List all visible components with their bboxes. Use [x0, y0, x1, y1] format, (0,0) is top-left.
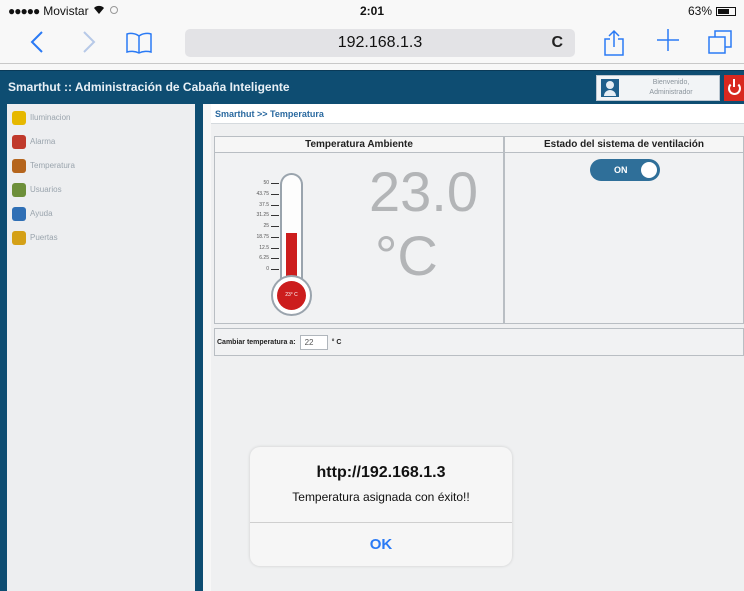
- alert-ok-button[interactable]: OK: [250, 523, 512, 566]
- scale-label: 0: [266, 266, 269, 272]
- sidebar: Iluminacion Alarma Temperatura Usuarios Ayud…: [0, 104, 203, 591]
- back-icon[interactable]: [30, 30, 44, 58]
- user-avatar-icon: [601, 79, 619, 97]
- change-temperature-unit: ° C: [331, 338, 342, 346]
- browser-toolbar: 192.168.1.3 C: [0, 22, 744, 64]
- ambient-temperature-panel: Temperatura Ambiente 23° C 23.0 °C 50 43.…: [214, 136, 504, 324]
- door-icon: [12, 230, 26, 245]
- sidebar-item-ayuda[interactable]: Ayuda: [7, 203, 195, 224]
- scale-tick: [271, 226, 279, 227]
- bulb-label: 23° C: [277, 281, 306, 310]
- scale-tick: [271, 236, 279, 238]
- scale-label: 18.75: [256, 233, 269, 240]
- ventilation-panel: Estado del sistema de ventilación ON: [504, 136, 744, 324]
- help-icon: [12, 206, 26, 221]
- battery-info: 63%: [688, 4, 736, 18]
- sidebar-item-label: Usuarios: [30, 185, 62, 194]
- battery-percent: 63%: [687, 4, 712, 18]
- reload-icon[interactable]: C: [551, 29, 563, 57]
- thermometer-icon: [12, 158, 26, 173]
- scale-label: 12.5: [259, 244, 269, 251]
- new-tab-icon[interactable]: [655, 26, 681, 56]
- bookmarks-icon[interactable]: [125, 32, 153, 54]
- scale-label: 50: [263, 180, 269, 186]
- clock: 2:01: [359, 4, 385, 18]
- url-bar[interactable]: 192.168.1.3 C: [185, 29, 575, 57]
- sidebar-item-label: Ayuda: [30, 209, 53, 218]
- toggle-knob: [641, 162, 657, 178]
- ventilation-toggle[interactable]: ON: [590, 159, 660, 181]
- sidebar-item-temperatura[interactable]: Temperatura: [7, 155, 195, 176]
- scale-tick: [271, 269, 279, 270]
- sidebar-item-alarma[interactable]: Alarma: [7, 131, 195, 152]
- status-bar: ●●●●● Movistar 2:01 63%: [0, 0, 744, 22]
- alert-dialog: http://192.168.1.3 Temperatura asignada …: [250, 447, 512, 566]
- sidebar-item-usuarios[interactable]: Usuarios: [7, 179, 195, 200]
- ventilation-heading: Estado del sistema de ventilación: [505, 137, 743, 153]
- scale-tick: [271, 204, 279, 206]
- sidebar-item-iluminacion[interactable]: Iluminacion: [7, 107, 195, 128]
- temperature-input[interactable]: 22: [299, 334, 328, 350]
- sidebar-item-puertas[interactable]: Puertas: [7, 227, 195, 248]
- power-icon[interactable]: [724, 75, 744, 101]
- sidebar-item-label: Iluminacion: [30, 113, 71, 122]
- users-icon: [12, 182, 26, 197]
- user-greeting: Bienvenido, Administrador: [625, 78, 717, 98]
- share-icon[interactable]: [603, 29, 625, 57]
- scale-label: 31.25: [256, 212, 269, 219]
- scale-label: 25: [263, 223, 269, 229]
- sidebar-item-label: Alarma: [30, 137, 56, 146]
- scale-label: 6.25: [259, 255, 269, 262]
- change-temperature-label: Cambiar temperatura a:: [217, 338, 296, 346]
- lightbulb-icon: [12, 110, 26, 125]
- breadcrumb: Smarthut >> Temperatura: [211, 104, 744, 124]
- thermometer-bulb: 23° C: [271, 275, 312, 316]
- scale-tick: [271, 193, 279, 195]
- alert-message: Temperatura asignada con éxito!!: [292, 490, 470, 504]
- app-title: Smarthut :: Administración de Cabaña Int…: [8, 80, 290, 94]
- sidebar-item-label: Temperatura: [30, 161, 75, 170]
- user-box[interactable]: Bienvenido, Administrador: [596, 75, 720, 101]
- user-name: Administrador: [649, 89, 693, 96]
- thermometer-tube: [280, 173, 303, 285]
- change-temperature-row: Cambiar temperatura a: 22 ° C: [214, 328, 744, 356]
- ambient-heading: Temperatura Ambiente: [215, 137, 503, 153]
- temperature-unit: °C: [375, 224, 438, 287]
- greeting-text: Bienvenido,: [652, 79, 690, 86]
- tabs-icon[interactable]: [707, 29, 733, 55]
- forward-icon[interactable]: [82, 30, 96, 58]
- battery-icon: [716, 6, 736, 16]
- scale-tick: [271, 183, 279, 184]
- thermometer: 23° C 23.0 °C 50 43.75 37.5 31.25 25 18.75 12.…: [215, 153, 505, 323]
- alarm-icon: [12, 134, 26, 149]
- app-header: Smarthut :: Administración de Cabaña Int…: [0, 70, 744, 104]
- scale-tick: [271, 215, 279, 217]
- scale-tick: [271, 247, 279, 249]
- temperature-value: 23.0: [369, 160, 478, 223]
- url-text: 192.168.1.3: [337, 34, 423, 51]
- alert-title: http://192.168.1.3: [316, 464, 446, 481]
- scale-label: 43.75: [256, 190, 269, 197]
- scale-tick: [271, 258, 279, 260]
- toggle-label: ON: [614, 165, 628, 175]
- sidebar-item-label: Puertas: [30, 233, 58, 242]
- scale-label: 37.5: [259, 201, 269, 208]
